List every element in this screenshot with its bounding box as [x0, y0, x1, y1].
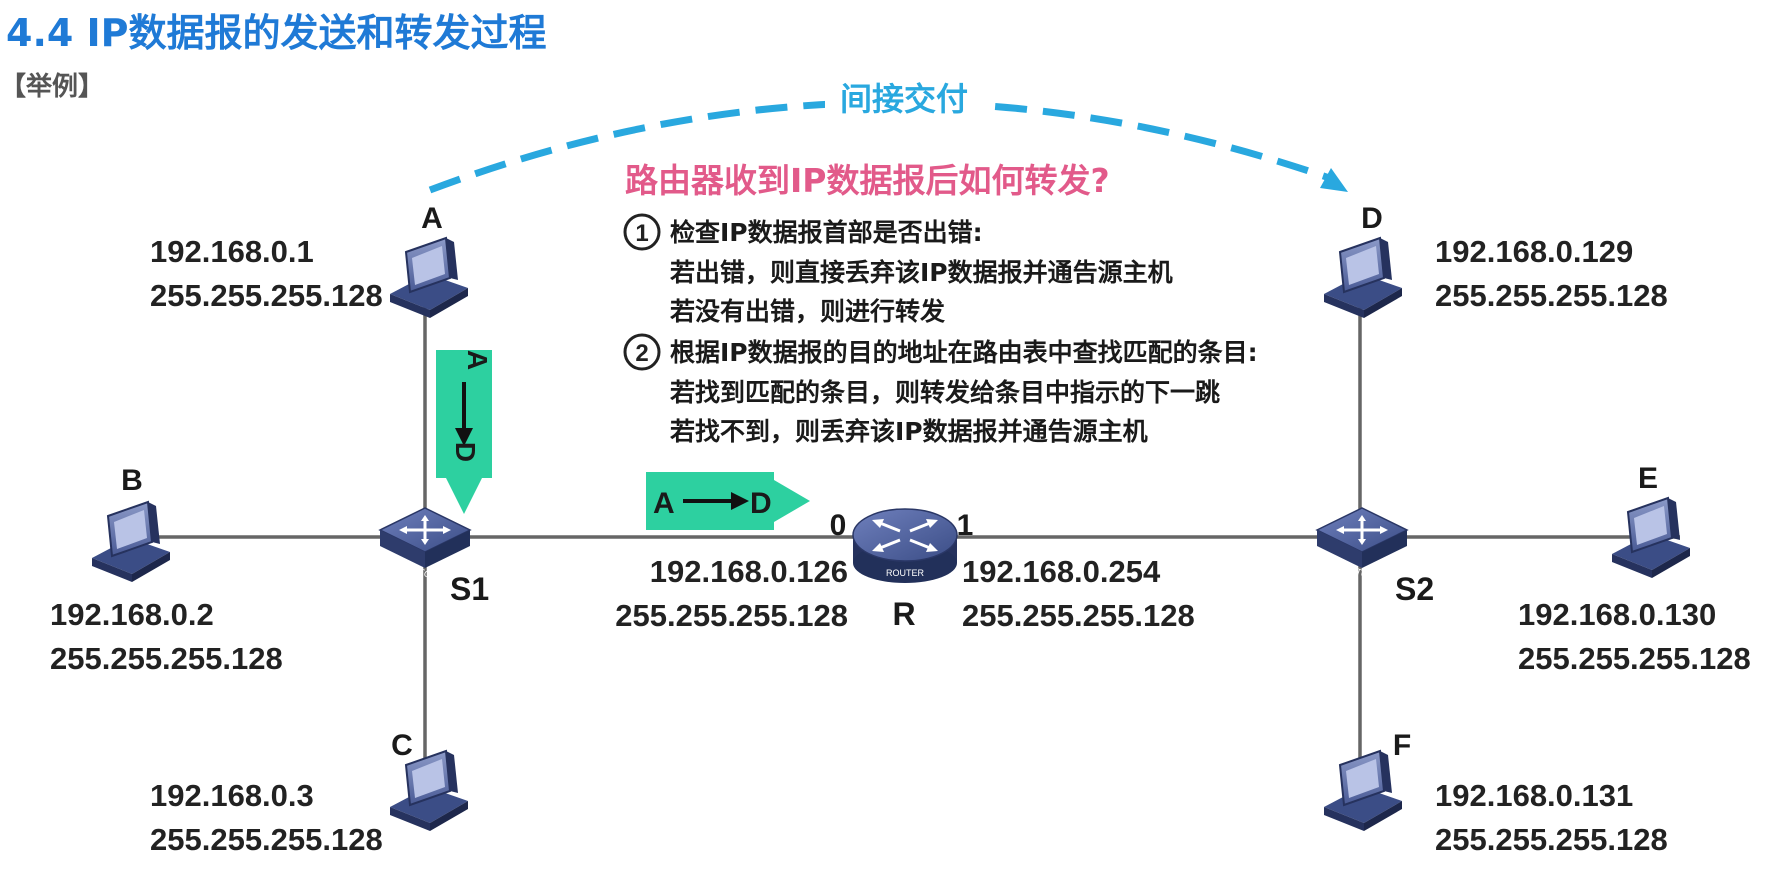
step-1-line-3: 若没有出错，则进行转发: [669, 297, 945, 326]
host-f-label: F: [1393, 729, 1411, 762]
host-c[interactable]: C 192.168.0.3 255.255.255.128: [150, 729, 469, 857]
router-if1-ip: 192.168.0.254: [962, 554, 1161, 589]
host-e-mask: 255.255.255.128: [1518, 641, 1751, 676]
host-d-label: D: [1361, 202, 1383, 235]
switch-icon: [378, 506, 472, 570]
step-1-number: 1: [635, 220, 648, 247]
host-d-mask: 255.255.255.128: [1435, 278, 1668, 313]
step-2-line-2: 若找到匹配的条目，则转发给条目中指示的下一跳: [669, 378, 1220, 407]
packet-vertical-arrow-icon: [446, 478, 482, 514]
host-a-ip: 192.168.0.1: [150, 234, 314, 269]
step-1: 1 检查IP数据报首部是否出错: 若出错，则直接丢弃该IP数据报并通告源主机 若…: [623, 213, 1173, 326]
router-question: 路由器收到IP数据报后如何转发?: [625, 161, 1110, 200]
indirect-delivery-label: 间接交付: [840, 80, 968, 118]
packet-vertical-dst: D: [450, 442, 481, 462]
host-b[interactable]: B 192.168.0.2 255.255.255.128: [50, 464, 283, 676]
computer-icon: [389, 750, 469, 832]
computer-icon: [1323, 750, 1403, 832]
router-if0-mask: 255.255.255.128: [615, 598, 848, 633]
switch-s2[interactable]: SWITCH S2: [1315, 506, 1434, 607]
step-2-line-3: 若找不到，则丢弃该IP数据报并通告源主机: [669, 417, 1148, 446]
host-c-mask: 255.255.255.128: [150, 822, 383, 857]
packet-vertical-src: A: [462, 350, 493, 370]
network-diagram: 间接交付 路由器收到IP数据报后如何转发? 1 检查IP数据报首部是否出错: 若…: [50, 76, 1751, 857]
host-f-ip: 192.168.0.131: [1435, 778, 1633, 813]
packet-vertical: A D: [436, 350, 493, 514]
router-if1-mask: 255.255.255.128: [962, 598, 1195, 633]
router-badge: ROUTER: [886, 568, 925, 578]
step-2-line-1: 根据IP数据报的目的地址在路由表中查找匹配的条目:: [670, 338, 1258, 367]
host-a[interactable]: A 192.168.0.1 255.255.255.128: [150, 202, 469, 319]
indirect-arrow-head-icon: [1320, 168, 1348, 192]
step-1-line-1: 检查IP数据报首部是否出错:: [670, 218, 983, 247]
host-e[interactable]: E 192.168.0.130 255.255.255.128: [1518, 462, 1751, 676]
packet-horizontal-src: A: [653, 487, 675, 520]
switch-s2-label: S2: [1395, 571, 1434, 607]
packet-horizontal-arrow-icon: [774, 480, 810, 522]
host-b-ip: 192.168.0.2: [50, 597, 214, 632]
host-d-ip: 192.168.0.129: [1435, 234, 1633, 269]
switch-icon: [1315, 506, 1409, 570]
host-b-mask: 255.255.255.128: [50, 641, 283, 676]
router-if0-ip: 192.168.0.126: [650, 554, 848, 589]
step-2: 2 根据IP数据报的目的地址在路由表中查找匹配的条目: 若找到匹配的条目，则转发…: [623, 333, 1258, 446]
step-1-line-2: 若出错，则直接丢弃该IP数据报并通告源主机: [669, 258, 1173, 287]
host-a-label: A: [421, 202, 443, 235]
router-if0-id: 0: [830, 509, 847, 542]
switch-s1[interactable]: SWITCH S1: [378, 506, 489, 607]
host-b-label: B: [121, 464, 143, 497]
step-2-number: 2: [635, 340, 648, 367]
router-if1-id: 1: [957, 509, 974, 542]
host-d[interactable]: D 192.168.0.129 255.255.255.128: [1323, 202, 1668, 319]
router-label: R: [892, 596, 915, 632]
packet-horizontal: A D: [646, 472, 810, 530]
computer-icon: [389, 237, 469, 319]
host-e-ip: 192.168.0.130: [1518, 597, 1716, 632]
host-c-ip: 192.168.0.3: [150, 778, 314, 813]
computer-icon: [91, 501, 171, 583]
host-f[interactable]: F 192.168.0.131 255.255.255.128: [1323, 729, 1668, 857]
switch-s1-label: S1: [450, 571, 489, 607]
host-c-label: C: [391, 729, 413, 762]
packet-horizontal-dst: D: [750, 487, 772, 520]
host-a-mask: 255.255.255.128: [150, 278, 383, 313]
host-e-label: E: [1638, 462, 1658, 495]
host-f-mask: 255.255.255.128: [1435, 822, 1668, 857]
computer-icon: [1323, 237, 1403, 319]
